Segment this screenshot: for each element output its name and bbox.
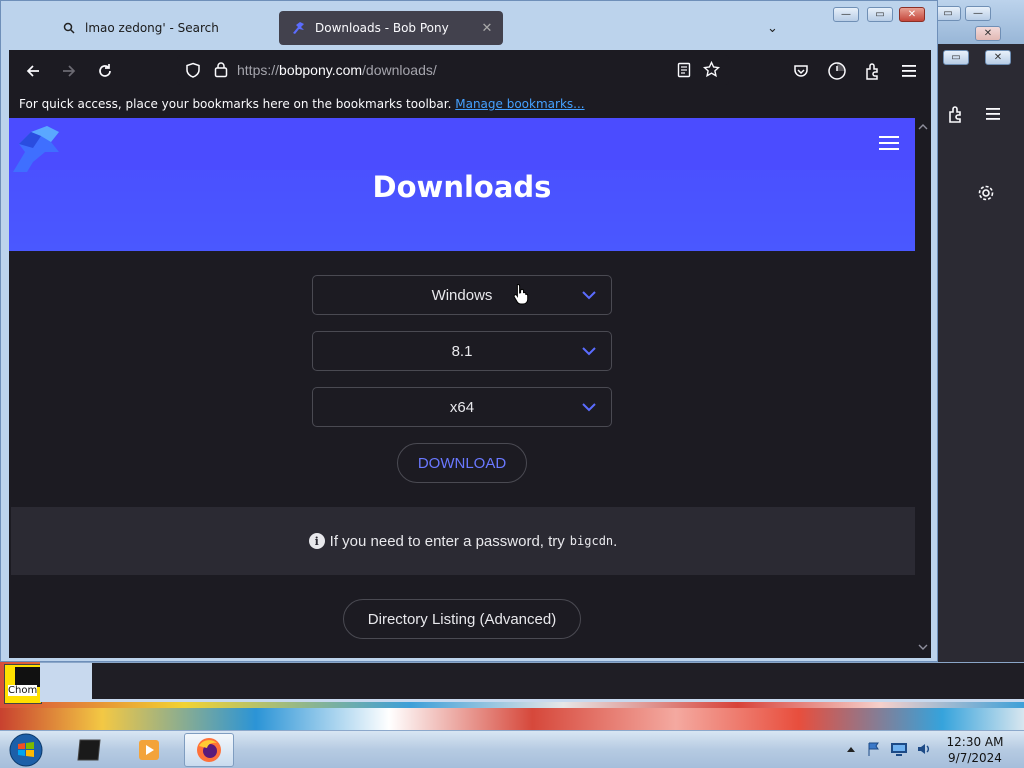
forward-arrow-icon	[63, 65, 76, 77]
firefox-window[interactable]: — ▭ ✕ lmao zedong' - Search ✕ Downloads …	[0, 0, 938, 662]
address-bar[interactable]: https://bobpony.com/downloads/	[177, 55, 729, 85]
chevron-down-icon	[582, 403, 596, 412]
reader-view-icon[interactable]	[677, 62, 691, 78]
bob-pony-favicon-icon	[291, 20, 307, 36]
forward-button[interactable]	[55, 58, 83, 84]
info-icon: i	[308, 533, 325, 549]
site-navbar	[9, 118, 915, 170]
windows-logo-icon	[9, 733, 43, 767]
page-header-banner: Downloads	[9, 118, 915, 251]
clock-time: 12:30 AM	[946, 735, 1004, 749]
bg-minimize-button[interactable]: —	[965, 6, 991, 21]
architecture-select-value: x64	[449, 398, 475, 416]
page-content: Downloads Windows 8.1 x64 DOWNLOAD i If …	[9, 118, 931, 658]
search-icon	[61, 20, 77, 36]
extensions-button[interactable]	[859, 58, 887, 84]
bg-restore-button[interactable]: ▭	[943, 50, 969, 65]
lock-icon[interactable]	[213, 61, 229, 78]
notice-text: If you need to enter a password, try	[329, 532, 565, 550]
version-select[interactable]: 8.1	[312, 331, 612, 371]
os-select[interactable]: Windows	[312, 275, 612, 315]
gear-icon[interactable]	[977, 184, 995, 202]
desktop-shortcut-chrome[interactable]: Chom	[4, 664, 42, 704]
taskbar: 12:30 AM 9/7/2024	[0, 730, 1024, 768]
menu-icon[interactable]	[985, 107, 1001, 121]
directory-listing-button[interactable]: Directory Listing (Advanced)	[343, 599, 581, 639]
scroll-down-arrow-icon[interactable]	[918, 642, 928, 652]
extensions-icon[interactable]	[947, 105, 965, 123]
notice-password: bigcdn	[569, 534, 614, 548]
page-scrollbar[interactable]	[915, 118, 931, 658]
tracking-protection-shield-icon[interactable]	[185, 62, 201, 78]
background-browser-window[interactable]: ▭ — ✕ ▭ ✕	[928, 0, 1024, 700]
tab-search[interactable]: lmao zedong' - Search ✕	[49, 11, 301, 45]
volume-icon[interactable]	[916, 741, 932, 757]
manage-bookmarks-link[interactable]: Manage bookmarks...	[455, 97, 584, 111]
version-select-value: 8.1	[451, 342, 473, 360]
tab-strip: lmao zedong' - Search ✕ Downloads - Bob …	[9, 5, 931, 49]
media-player-icon	[139, 740, 159, 760]
bookmarks-toolbar-message: For quick access, place your bookmarks h…	[19, 97, 452, 111]
action-center-flag-icon[interactable]	[866, 741, 882, 757]
taskbar-app-cmd[interactable]	[64, 733, 114, 767]
bg-close-button[interactable]: ✕	[975, 26, 1001, 41]
scroll-up-arrow-icon[interactable]	[918, 122, 928, 132]
chevron-down-icon	[582, 291, 596, 300]
taskbar-app-media-player[interactable]	[124, 733, 174, 767]
account-icon	[828, 62, 846, 80]
network-icon[interactable]	[890, 742, 908, 756]
show-hidden-icons-icon[interactable]	[846, 745, 856, 753]
pocket-button[interactable]	[787, 58, 815, 84]
background-window-bottom	[40, 662, 1024, 702]
url-text[interactable]: https://bobpony.com/downloads/	[237, 62, 437, 78]
url-path: /downloads/	[362, 62, 437, 78]
desktop-wallpaper-strip	[0, 708, 1024, 730]
reload-button[interactable]	[91, 58, 119, 84]
menu-icon	[902, 65, 916, 77]
bookmarks-toolbar: For quick access, place your bookmarks h…	[9, 92, 931, 118]
system-tray: 12:30 AM 9/7/2024	[840, 731, 1024, 768]
tab-downloads[interactable]: Downloads - Bob Pony ✕	[279, 11, 503, 45]
notice-suffix: .	[613, 532, 618, 550]
system-clock[interactable]: 12:30 AM 9/7/2024	[940, 734, 1010, 766]
password-notice: i If you need to enter a password, try b…	[11, 507, 915, 575]
architecture-select[interactable]: x64	[312, 387, 612, 427]
start-button[interactable]	[6, 732, 46, 768]
extensions-icon	[866, 63, 878, 80]
account-button[interactable]	[823, 58, 851, 84]
site-menu-button[interactable]	[879, 136, 899, 150]
clock-date: 9/7/2024	[948, 751, 1002, 765]
tab-label: Downloads - Bob Pony	[315, 21, 449, 35]
hand-cursor-icon	[513, 283, 529, 305]
url-protocol: https://	[237, 62, 280, 78]
page-title: Downloads	[372, 170, 552, 204]
taskbar-app-firefox[interactable]	[184, 733, 234, 767]
terminal-app-icon	[77, 739, 101, 761]
bob-pony-logo-icon[interactable]	[11, 122, 63, 174]
bg-maximize-button[interactable]: ▭	[935, 6, 961, 21]
tab-close-button[interactable]: ✕	[477, 21, 497, 36]
bookmark-star-icon[interactable]	[703, 61, 720, 78]
url-host: bobpony.com	[279, 62, 363, 78]
shortcut-icon	[15, 667, 41, 687]
tab-label: lmao zedong' - Search	[85, 21, 219, 35]
download-button[interactable]: DOWNLOAD	[397, 443, 527, 483]
list-all-tabs-button[interactable]: ⌄	[767, 21, 778, 36]
chevron-down-icon	[582, 347, 596, 356]
app-menu-button[interactable]	[895, 58, 923, 84]
navigation-toolbar: https://bobpony.com/downloads/	[9, 50, 931, 92]
back-button[interactable]	[19, 58, 47, 84]
back-arrow-icon	[26, 65, 39, 77]
firefox-icon	[197, 738, 221, 762]
reload-icon	[99, 64, 111, 77]
background-toolbar	[939, 89, 1024, 137]
os-select-value: Windows	[431, 286, 493, 304]
pocket-icon	[794, 65, 808, 77]
bg-close-button-2[interactable]: ✕	[985, 50, 1011, 65]
shortcut-label: Chom	[8, 685, 38, 696]
